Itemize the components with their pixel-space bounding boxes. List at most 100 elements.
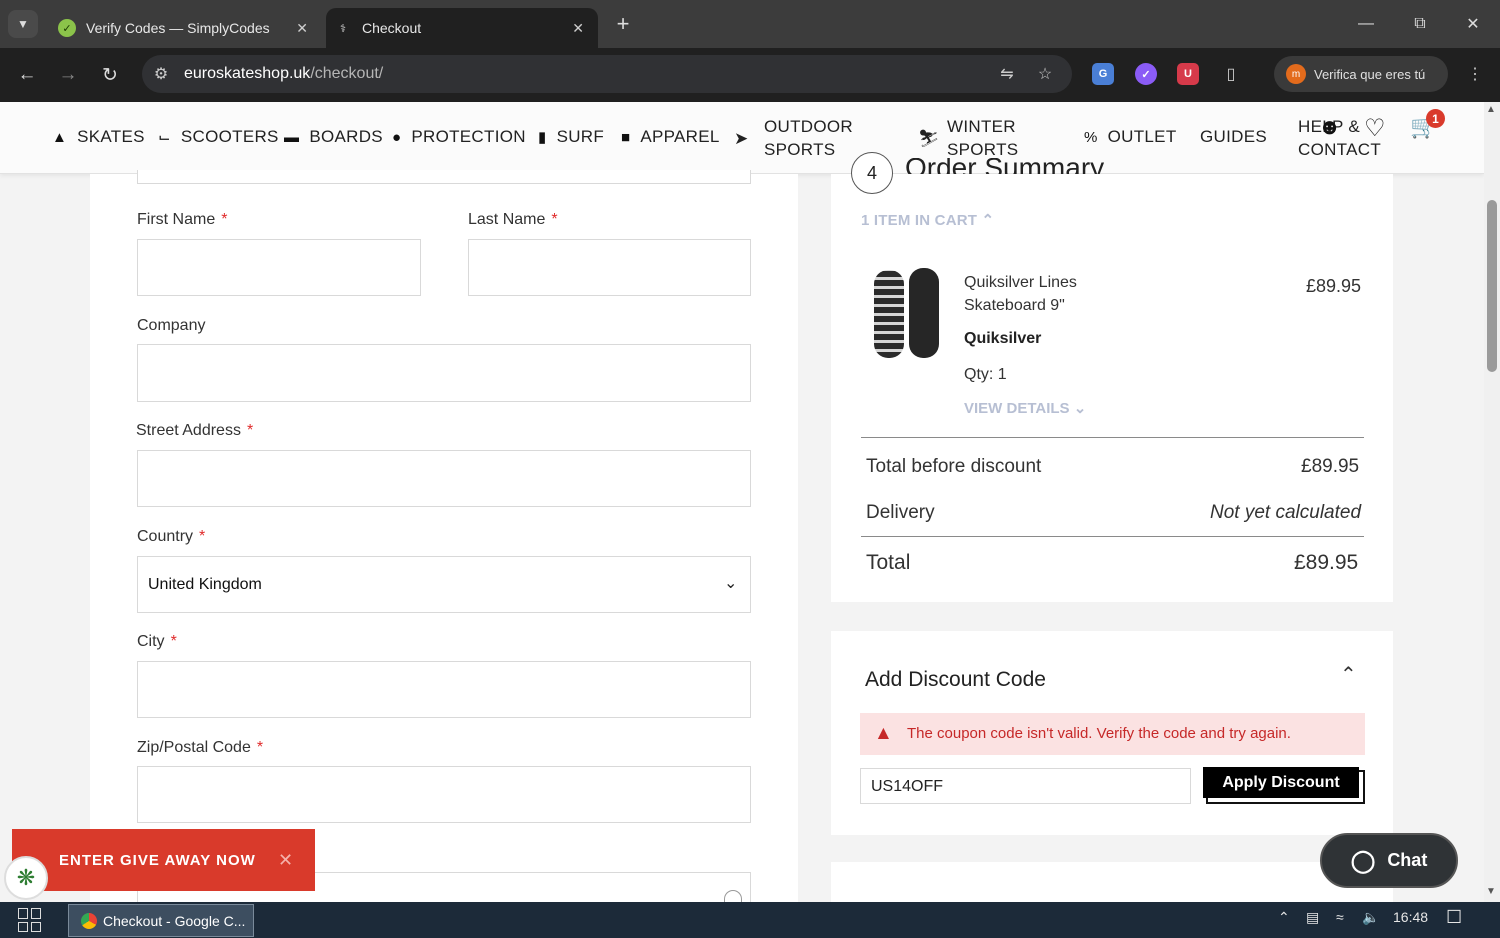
profile-label: Verifica que eres tú (1314, 66, 1426, 82)
minimize-button[interactable]: — (1346, 8, 1386, 40)
simplycodes-favicon-icon: ✓ (58, 19, 76, 37)
tray-chevron-up-icon[interactable]: ⌃ (1278, 909, 1290, 926)
first-name-input[interactable] (137, 239, 421, 296)
skate-icon: ▲ (52, 128, 68, 146)
nav-outlet[interactable]: % OUTLET (1084, 127, 1177, 147)
items-in-cart-toggle[interactable]: 1 ITEM IN CART ⌃ (861, 211, 994, 229)
discount-code-input[interactable]: US14OFF (860, 768, 1191, 804)
zip-label: Zip/Postal Code * (137, 739, 264, 756)
chat-button[interactable]: ◯ Chat (1320, 833, 1458, 888)
product-name: Quiksilver Lines Skateboard 9" (964, 274, 1077, 314)
country-select[interactable]: United Kingdom ⌄ (137, 556, 751, 613)
new-tab-button[interactable]: + (610, 10, 636, 38)
chevron-down-icon: ▼ (17, 17, 29, 31)
nav-guides[interactable]: GUIDES (1200, 127, 1267, 147)
delivery-label: Delivery (866, 502, 935, 523)
menu-kebab-icon[interactable]: ⋮ (1464, 64, 1486, 84)
wifi-icon[interactable]: ≈ (1336, 909, 1344, 925)
wishlist-heart-icon[interactable]: ♡ (1364, 114, 1386, 143)
url-domain: euroskateshop.uk (184, 65, 311, 82)
nav-scooters[interactable]: ⌙ SCOOTERS (158, 127, 279, 147)
product-image[interactable] (872, 268, 942, 360)
taskbar-app-label: Checkout - Google C... (103, 912, 246, 929)
scrollbar-thumb[interactable] (1487, 200, 1497, 372)
first-name-label: First Name * (137, 211, 228, 228)
scroll-up-arrow-icon[interactable]: ▲ (1486, 104, 1496, 115)
nav-apparel[interactable]: ■ APPAREL (621, 127, 720, 147)
order-summary-panel (831, 174, 1393, 602)
helmet-icon: ● (392, 128, 402, 146)
percent-icon: % (1084, 128, 1098, 146)
summary-divider (861, 536, 1364, 537)
profile-button[interactable]: m Verifica que eres tú (1274, 56, 1448, 92)
coupon-error-alert: ▲ The coupon code isn't valid. Verify th… (860, 713, 1365, 755)
delivery-value: Not yet calculated (1210, 502, 1362, 523)
back-button[interactable]: ← (14, 62, 40, 88)
previous-field[interactable] (137, 170, 751, 184)
url-text[interactable]: euroskateshop.uk/checkout/ (184, 65, 383, 83)
nav-boards[interactable]: ▬ BOARDS (284, 127, 383, 147)
discount-title[interactable]: Add Discount Code (865, 668, 1046, 692)
ublock-shield-icon[interactable]: U (1177, 63, 1199, 85)
nav-surf[interactable]: ▮ SURF (538, 127, 604, 147)
city-label: City * (137, 633, 177, 650)
clock-time[interactable]: 16:48 (1393, 909, 1428, 925)
bookmark-star-icon[interactable]: ☆ (1034, 64, 1056, 84)
giveaway-banner[interactable]: ENTER GIVE AWAY NOW ✕ (12, 829, 315, 891)
scroll-down-arrow-icon[interactable]: ▼ (1486, 886, 1496, 897)
view-details-toggle[interactable]: VIEW DETAILS ⌄ (964, 399, 1086, 417)
last-name-label: Last Name * (468, 211, 558, 228)
country-value: United Kingdom (148, 576, 262, 593)
product-price: £89.95 (1306, 276, 1362, 296)
restore-button[interactable]: ⧉ (1400, 8, 1440, 40)
cart-count-badge: 1 (1426, 109, 1445, 128)
coupon-error-text: The coupon code isn't valid. Verify the … (907, 725, 1291, 742)
site-info-icon[interactable]: ⚙ (150, 64, 172, 84)
next-panel (831, 862, 1393, 904)
nav-label: APPAREL (640, 127, 720, 146)
taskbar-chrome-app[interactable]: Checkout - Google C... (68, 904, 254, 937)
reload-button[interactable]: ↻ (97, 62, 123, 88)
translate-icon[interactable]: ⇋ (996, 64, 1018, 84)
nav-protection[interactable]: ● PROTECTION (392, 127, 526, 147)
google-translate-extension-icon[interactable]: G (1092, 63, 1114, 85)
tab-simplycodes[interactable]: ✓ Verify Codes — SimplyCodes ✕ (50, 8, 322, 48)
total-before-discount-label: Total before discount (866, 456, 1042, 477)
volume-icon[interactable]: 🔈 (1362, 909, 1379, 926)
close-tab-icon[interactable]: ✕ (572, 20, 584, 37)
url-path: /checkout/ (310, 65, 384, 82)
country-label: Country * (137, 528, 206, 545)
forward-button[interactable]: → (55, 62, 81, 88)
close-tab-icon[interactable]: ✕ (296, 20, 308, 37)
last-name-input[interactable] (468, 239, 751, 296)
giveaway-label: ENTER GIVE AWAY NOW (59, 852, 256, 869)
board-icon: ▬ (284, 128, 300, 146)
street-address-input[interactable] (137, 450, 751, 507)
outdoor-icon: ➤ (734, 129, 749, 148)
tab-checkout[interactable]: ⚕ Checkout ✕ (326, 8, 598, 48)
close-window-button[interactable]: ✕ (1453, 8, 1493, 40)
avatar: m (1286, 64, 1306, 84)
giveaway-logo-icon[interactable]: ❋ (4, 856, 48, 900)
extension-purple-icon[interactable]: ✓ (1135, 63, 1157, 85)
zip-input[interactable] (137, 766, 751, 823)
task-view-icon[interactable] (18, 908, 42, 932)
product-brand: Quiksilver (964, 330, 1042, 347)
city-input[interactable] (137, 661, 751, 718)
nav-label: GUIDES (1200, 127, 1267, 146)
nav-label: BOARDS (309, 127, 383, 146)
chevron-down-icon: ⌄ (724, 575, 738, 592)
chat-label: Chat (1387, 850, 1428, 870)
account-user-icon[interactable]: ☻ (1318, 114, 1341, 140)
street-address-label: Street Address * (136, 422, 254, 439)
apply-discount-button[interactable]: Apply Discount (1203, 767, 1359, 798)
network-ethernet-icon[interactable]: ▤ (1306, 909, 1319, 926)
extensions-puzzle-icon[interactable]: ▯ (1220, 64, 1242, 84)
close-icon[interactable]: ✕ (278, 850, 293, 871)
company-input[interactable] (137, 344, 751, 402)
chevron-up-icon[interactable]: ⌃ (1340, 662, 1357, 687)
nav-skates[interactable]: ▲ SKATES (52, 127, 145, 147)
tab-search-button[interactable]: ▼ (8, 10, 38, 38)
nav-label: OUTLET (1107, 127, 1177, 146)
notifications-icon[interactable]: ☐ (1446, 907, 1462, 928)
